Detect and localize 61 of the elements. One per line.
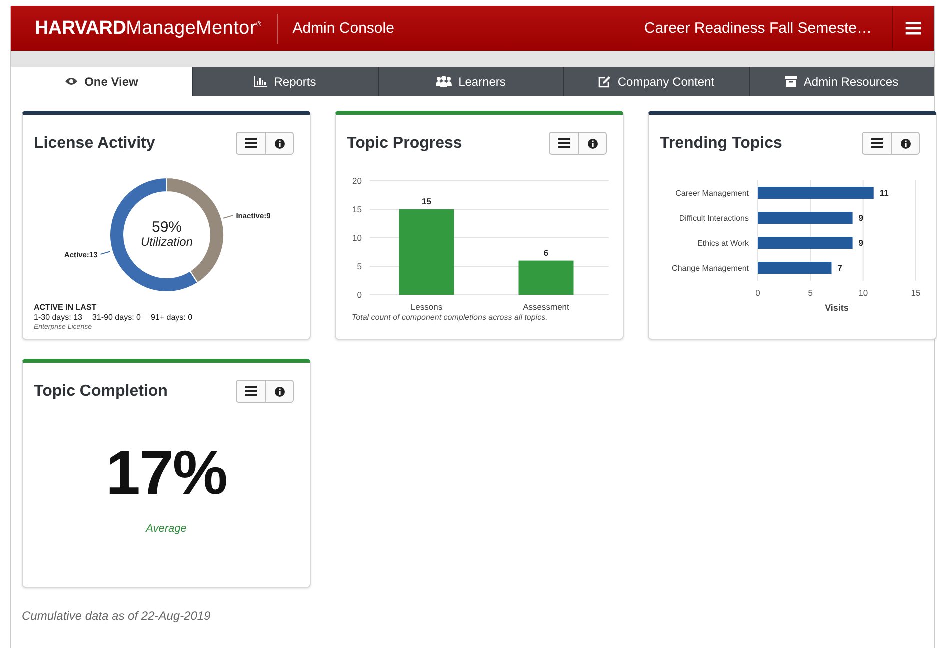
archive-icon bbox=[784, 76, 797, 87]
bar-value: 9 bbox=[858, 238, 864, 248]
eye-icon bbox=[64, 77, 78, 86]
category-label: Difficult Interactions bbox=[679, 214, 749, 223]
active-stat: 1-30 days: 13 bbox=[34, 313, 82, 323]
utilization-label: Utilization bbox=[140, 235, 194, 249]
axis-tick-label: 20 bbox=[352, 176, 362, 186]
bar-chart-icon bbox=[254, 76, 268, 87]
category-label: Change Management bbox=[672, 264, 749, 273]
axis-tick-label: 0 bbox=[756, 288, 760, 298]
axis-title: Visits bbox=[825, 303, 849, 313]
users-icon bbox=[436, 76, 452, 87]
info-icon bbox=[274, 138, 284, 148]
category-label: Career Management bbox=[676, 189, 749, 198]
list-icon bbox=[245, 386, 257, 397]
nav-tab[interactable]: One View bbox=[11, 67, 192, 96]
axis-tick-label: 0 bbox=[357, 290, 362, 300]
axis-tick-label: 5 bbox=[808, 288, 814, 298]
bar bbox=[518, 260, 574, 295]
card-title: Topic Progress bbox=[347, 134, 462, 152]
leader-line bbox=[223, 215, 234, 219]
card-title: Topic Completion bbox=[34, 382, 168, 400]
axis-tick-label: 5 bbox=[357, 262, 362, 272]
brand-logo[interactable]: HARVARDManageMentor$^{®}$ bbox=[35, 18, 262, 40]
axis-tick-label: 10 bbox=[352, 233, 362, 243]
leader-line bbox=[100, 251, 111, 255]
category-label: Lessons bbox=[410, 302, 443, 312]
completion-value: 17% bbox=[106, 439, 228, 509]
bar-value: 6 bbox=[544, 248, 549, 258]
nav-tab[interactable]: Company Content bbox=[563, 67, 748, 96]
list-icon bbox=[558, 138, 570, 149]
utilization-value: 59% bbox=[152, 219, 182, 236]
bar-value: 9 bbox=[858, 213, 864, 223]
nav-tab[interactable]: Admin Resources bbox=[748, 67, 934, 96]
axis-tick-label: 10 bbox=[858, 288, 868, 298]
bar-value: 15 bbox=[422, 196, 432, 206]
info-icon bbox=[900, 138, 910, 148]
nav-tab[interactable]: Learners bbox=[378, 67, 563, 96]
active-stat: 91+ days: 0 bbox=[150, 313, 193, 323]
category-label: Ethics at Work bbox=[698, 239, 749, 248]
bar-value: 7 bbox=[838, 263, 842, 273]
card-title: Trending Topics bbox=[660, 134, 782, 152]
chart-caption: Total count of component completions across all topics. bbox=[351, 313, 549, 322]
card-title: License Activity bbox=[34, 134, 156, 152]
app-title: Admin Console bbox=[292, 20, 394, 37]
program-selector[interactable]: Career Readiness Fall Semeste… bbox=[644, 20, 872, 37]
nav-tab[interactable]: Reports bbox=[192, 67, 378, 96]
info-icon bbox=[274, 386, 284, 396]
category-label: Assessment bbox=[523, 302, 570, 312]
axis-tick-label: 15 bbox=[911, 288, 921, 298]
data-date-note: Cumulative data as of 22-Aug-2019 bbox=[22, 609, 211, 623]
list-icon bbox=[871, 138, 883, 149]
axis-tick-label: 15 bbox=[352, 204, 362, 214]
menu-icon bbox=[905, 22, 922, 36]
list-icon bbox=[245, 138, 257, 149]
bar-value: 11 bbox=[880, 188, 889, 198]
active-stat: 31-90 days: 0 bbox=[92, 313, 141, 323]
edit-icon bbox=[598, 76, 611, 88]
active-heading: ACTIVE IN LAST bbox=[34, 303, 98, 313]
info-icon bbox=[588, 138, 598, 148]
completion-label: Average bbox=[146, 523, 187, 535]
